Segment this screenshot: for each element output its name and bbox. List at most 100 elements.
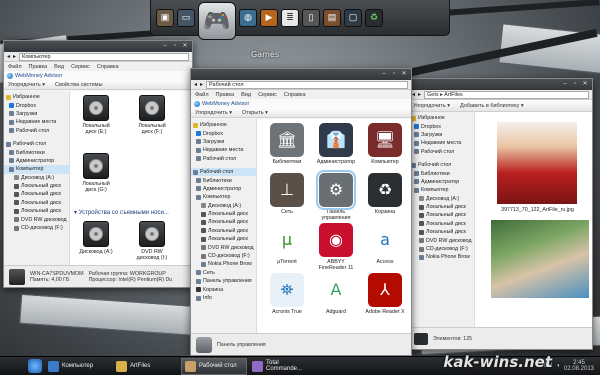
nav-item[interactable]: CD-дисковод (F:): [409, 245, 474, 253]
nav-item[interactable]: Локальный диск: [191, 218, 256, 226]
nav-item[interactable]: Библиотеки: [4, 148, 69, 156]
organize-button[interactable]: Упорядочить ▾: [8, 82, 45, 88]
nav-item[interactable]: Компьютер: [409, 186, 474, 194]
nav-item[interactable]: Библиотеки: [191, 176, 256, 184]
forward-arrow-icon[interactable]: ▸: [13, 53, 16, 60]
taskbar-button[interactable]: ArtFiles: [113, 358, 179, 375]
nav-item[interactable]: Недавние места: [409, 139, 474, 147]
nav-item[interactable]: Локальный диск: [4, 190, 69, 198]
nav-item[interactable]: Компьютер: [4, 165, 69, 174]
nav-item[interactable]: Локальный диск: [4, 182, 69, 190]
nav-item[interactable]: DVD RW дисковод: [191, 243, 256, 251]
desktop-item[interactable]: ♻ Корзина: [363, 173, 407, 215]
drive-item[interactable]: Локальный диск (F:): [134, 95, 170, 135]
nav-item[interactable]: Локальный диск: [191, 210, 256, 218]
nav-item[interactable]: Рабочий стол: [409, 148, 474, 156]
removable-devices-group-header[interactable]: ▾ Устройства со съемными носи...: [74, 209, 169, 216]
nav-item[interactable]: Компьютер: [191, 193, 256, 201]
nav-item[interactable]: Локальный диск: [409, 228, 474, 236]
nav-item[interactable]: Избранное: [4, 93, 69, 101]
desktop-item[interactable]: ⊥ Сеть: [265, 173, 309, 215]
minimize-button[interactable]: –: [161, 43, 169, 50]
nav-item[interactable]: DVD RW дисковод: [409, 236, 474, 244]
drive-item[interactable]: Локальный диск (G:): [78, 153, 114, 193]
desktop-item[interactable]: A Adguard: [314, 273, 358, 315]
desktop-item[interactable]: 🏛 Библиотеки: [265, 123, 309, 165]
window-titlebar[interactable]: – ▫ ✕: [191, 69, 411, 80]
nav-item[interactable]: Nokia Phone Brow: [191, 260, 256, 268]
taskbar-button[interactable]: Компьютер: [45, 358, 111, 375]
menu-edit[interactable]: Правка: [29, 64, 48, 70]
close-button[interactable]: ✕: [400, 71, 408, 78]
nav-item[interactable]: Dropbox: [191, 129, 256, 137]
desktop-item[interactable]: 👔 Администратор: [314, 123, 358, 165]
nav-item[interactable]: Администратор: [409, 178, 474, 186]
nav-item[interactable]: Панель управления: [191, 277, 256, 285]
clock[interactable]: 2:45 02.08.2013: [564, 360, 594, 372]
screen-icon[interactable]: ▢: [344, 8, 362, 27]
media-player-icon[interactable]: ▶: [260, 8, 278, 27]
wood-device-icon[interactable]: ▤: [323, 8, 341, 27]
close-button[interactable]: ✕: [181, 43, 189, 50]
nav-item[interactable]: Локальный диск: [409, 220, 474, 228]
nav-item[interactable]: Локальный диск: [4, 199, 69, 207]
system-properties-button[interactable]: Свойства системы: [55, 82, 103, 88]
nav-item[interactable]: Dropbox: [4, 101, 69, 109]
address-field[interactable]: Gets ▸ ArtFiles: [424, 90, 589, 99]
taskbar-button[interactable]: Рабочий стол: [181, 357, 247, 375]
webmoney-advisor-bar[interactable]: WebMoney Advisor: [4, 71, 192, 80]
desktop-item[interactable]: ⛯ Acronis True: [265, 273, 309, 315]
menu-view[interactable]: Вид: [241, 92, 251, 98]
nav-item[interactable]: Сеть: [191, 269, 256, 277]
nav-item[interactable]: Nokia Phone Brow: [409, 253, 474, 261]
nav-item[interactable]: Дисковод (A:): [191, 202, 256, 210]
nav-item[interactable]: Рабочий стол: [409, 161, 474, 169]
desktop-item[interactable]: a Access: [363, 223, 407, 265]
back-arrow-icon[interactable]: ◂: [194, 81, 197, 88]
forward-arrow-icon[interactable]: ▸: [200, 81, 203, 88]
desktop-item[interactable]: µ µTorrent: [265, 223, 309, 265]
desktop-item[interactable]: ◉ ABBYY FineReader 11: [314, 223, 358, 271]
maximize-button[interactable]: ▫: [390, 71, 398, 78]
add-to-library-button[interactable]: Добавить в библиотеку ▾: [460, 103, 524, 109]
organize-button[interactable]: Упорядочить ▾: [413, 103, 450, 109]
nav-item[interactable]: Избранное: [191, 121, 256, 129]
nav-item[interactable]: Корзина: [191, 285, 256, 293]
maximize-button[interactable]: ▫: [171, 43, 179, 50]
gamepad-icon[interactable]: 🎮: [198, 1, 236, 40]
drive-item[interactable]: Локальный диск (E:): [78, 95, 114, 135]
nav-item[interactable]: Локальный диск: [4, 207, 69, 215]
photo-frame-icon[interactable]: ▣: [156, 8, 174, 27]
desktop-item[interactable]: ⚙ Панель управления: [314, 170, 358, 221]
desktop-item[interactable]: ⅄ Adobe Reader X: [363, 273, 407, 315]
drive-item[interactable]: DVD RW дисковод (I:): [134, 221, 170, 261]
document-icon[interactable]: ≣: [281, 8, 299, 27]
nav-item[interactable]: Дисковод (A:): [4, 174, 69, 182]
window-titlebar[interactable]: – ▫ ✕: [409, 79, 592, 90]
phone-icon[interactable]: ▯: [302, 8, 320, 27]
menu-tools[interactable]: Сервис: [258, 92, 277, 98]
nav-item[interactable]: Локальный диск: [191, 227, 256, 235]
menu-help[interactable]: Справка: [97, 64, 119, 70]
nav-item[interactable]: Локальный диск: [409, 203, 474, 211]
nav-item[interactable]: Загрузки: [191, 138, 256, 146]
nav-item[interactable]: Избранное: [409, 114, 474, 122]
menu-file[interactable]: Файл: [195, 92, 209, 98]
desktop-item[interactable]: 🖥 Компьютер: [363, 123, 407, 165]
nav-item[interactable]: Загрузки: [409, 131, 474, 139]
nav-item[interactable]: Администратор: [191, 185, 256, 193]
menu-help[interactable]: Справка: [284, 92, 306, 98]
recycle-bin-icon[interactable]: ♻: [365, 8, 383, 27]
minimize-button[interactable]: –: [380, 71, 388, 78]
organize-button[interactable]: Упорядочить ▾: [195, 110, 232, 116]
nav-item[interactable]: Загрузки: [4, 110, 69, 118]
image-thumbnail[interactable]: [497, 122, 577, 204]
taskbar-button[interactable]: Total Commande...: [249, 358, 315, 375]
nav-item[interactable]: Недавние места: [4, 118, 69, 126]
nav-item[interactable]: Дисковод (A:): [409, 195, 474, 203]
menu-file[interactable]: Файл: [8, 64, 22, 70]
nav-item[interactable]: Dropbox: [409, 122, 474, 130]
menu-edit[interactable]: Правка: [216, 92, 235, 98]
nav-item[interactable]: Рабочий стол: [4, 140, 69, 148]
close-button[interactable]: ✕: [581, 81, 589, 88]
